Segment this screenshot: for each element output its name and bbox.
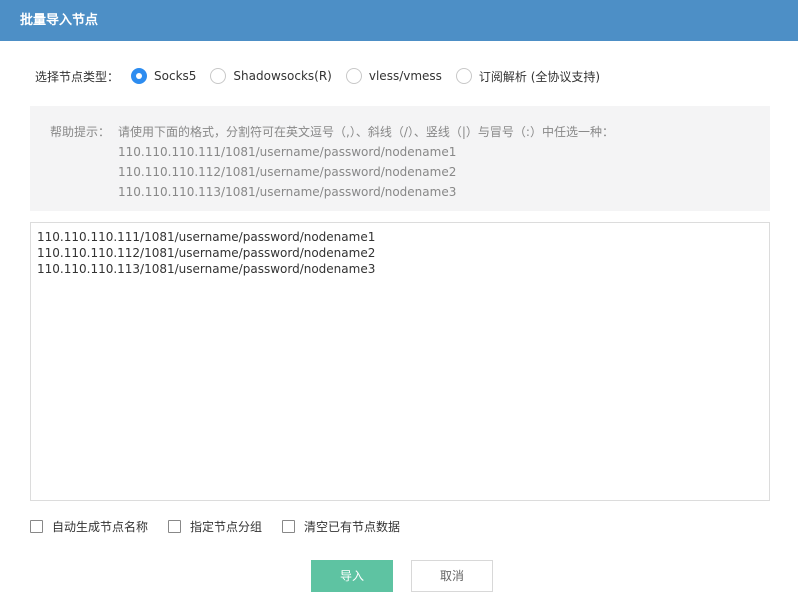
radio-subscription-label: 订阅解析 (全协议支持) <box>478 69 601 84</box>
radio-circle[interactable] <box>345 68 362 84</box>
checkbox[interactable] <box>168 519 182 533</box>
clear-nodes-option[interactable]: 清空已有节点数据 <box>282 518 400 535</box>
radio-subscription[interactable]: 订阅解析 (全协议支持) <box>455 68 601 85</box>
radio-shadowsocks[interactable]: Shadowsocks(R) <box>210 68 332 84</box>
checkbox[interactable] <box>282 519 296 533</box>
radio-vless-vmess[interactable]: vless/vmess <box>345 68 442 84</box>
radio-socks5[interactable]: Socks5 <box>131 68 196 84</box>
node-list-input[interactable]: 110.110.110.111/1081/username/password/n… <box>30 222 770 501</box>
import-options: 自动生成节点名称 指定节点分组 清空已有节点数据 <box>30 516 420 536</box>
help-box: 帮助提示： 请使用下面的格式，分割符可在英文逗号（,）、斜线（/）、竖线（|）与… <box>30 106 770 211</box>
radio-vless-vmess-label: vless/vmess <box>368 69 442 83</box>
radio-circle[interactable] <box>210 68 227 84</box>
dialog-title: 批量导入节点 <box>0 0 798 41</box>
help-lines: 请使用下面的格式，分割符可在英文逗号（,）、斜线（/）、竖线（|）与冒号（:）中… <box>118 122 614 211</box>
radio-socks5-label: Socks5 <box>154 69 197 83</box>
import-button[interactable]: 导入 <box>311 560 393 592</box>
auto-name-label: 自动生成节点名称 <box>52 519 149 534</box>
node-type-selector: 选择节点类型： Socks5 Shadowsocks(R) vless/vmes… <box>35 64 614 88</box>
node-group-option[interactable]: 指定节点分组 <box>168 518 262 535</box>
radio-circle[interactable] <box>131 68 148 84</box>
radio-circle[interactable] <box>455 68 472 84</box>
help-line: 110.110.110.111/1081/username/password/n… <box>118 145 457 159</box>
radio-shadowsocks-label: Shadowsocks(R) <box>233 69 332 83</box>
node-type-label: 选择节点类型： <box>35 69 120 84</box>
node-group-label: 指定节点分组 <box>190 519 263 534</box>
cancel-button[interactable]: 取消 <box>411 560 493 592</box>
checkbox[interactable] <box>30 519 43 533</box>
help-label: 帮助提示： <box>50 125 111 139</box>
help-line: 请使用下面的格式，分割符可在英文逗号（,）、斜线（/）、竖线（|）与冒号（:）中… <box>118 125 614 139</box>
auto-name-option[interactable]: 自动生成节点名称 <box>30 518 148 535</box>
clear-nodes-label: 清空已有节点数据 <box>304 519 401 534</box>
help-line: 110.110.110.112/1081/username/password/n… <box>118 165 457 179</box>
help-line: 110.110.110.113/1081/username/password/n… <box>118 185 457 199</box>
